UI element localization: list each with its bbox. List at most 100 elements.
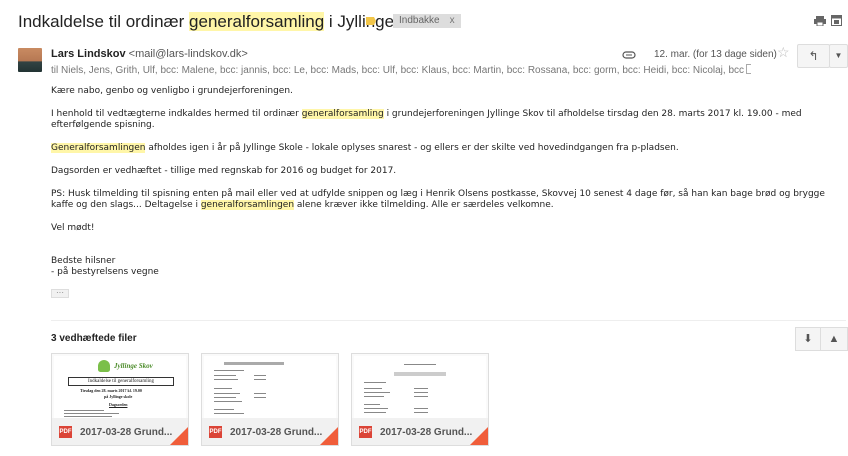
- attachment-thumbnail: Jyllinge Skov Indkaldelse til generalfor…: [54, 356, 186, 418]
- thumb-line: [404, 364, 436, 365]
- location-paragraph: Generalforsamlingen afholdes igen i år p…: [51, 143, 841, 154]
- thumb-line: [214, 397, 236, 398]
- attachment-bar: PDF 2017-03-28 Grund...: [52, 418, 188, 445]
- thumb-line: [364, 396, 384, 397]
- thumb-line: [224, 362, 284, 365]
- page-corner-icon: [470, 427, 488, 445]
- attachments-divider: [51, 320, 846, 321]
- thumb-place: på Jyllinge skole: [104, 394, 133, 399]
- thumb-line: [254, 379, 266, 380]
- reply-button[interactable]: ↰: [797, 44, 830, 68]
- agenda-paragraph: Dagsorden er vedhæftet - tillige med reg…: [51, 166, 397, 176]
- pdf-icon: PDF: [59, 426, 72, 438]
- sender-email: <mail@lars-lindskov.dk>: [128, 48, 248, 60]
- recipients-text: til Niels, Jens, Grith, Ulf, bcc: Malene…: [51, 65, 745, 76]
- thumb-line: [214, 393, 240, 394]
- signoff-line: Bedste hilsner: [51, 256, 116, 266]
- page-corner-icon: [320, 427, 338, 445]
- attachment-filename: 2017-03-28 Grund...: [230, 427, 323, 438]
- sender-name[interactable]: Lars Lindskov: [51, 48, 126, 60]
- thumb-line: [364, 408, 388, 409]
- thumb-line: [414, 408, 428, 409]
- attachment-filename: 2017-03-28 Grund...: [380, 427, 473, 438]
- location-text: afholdes igen i år på Jyllinge Skole - l…: [145, 143, 679, 153]
- thumb-line: [364, 412, 386, 413]
- thumb-line: [214, 388, 232, 389]
- greeting-paragraph: Kære nabo, genbo og venligbo i grundejer…: [51, 86, 293, 96]
- thumb-line: [414, 412, 428, 413]
- thumb-line: [394, 372, 446, 376]
- star-icon[interactable]: ☆: [777, 44, 790, 61]
- thumb-line: [214, 375, 236, 376]
- attachment-card[interactable]: PDF 2017-03-28 Grund...: [201, 353, 339, 446]
- subject-bar: Indkaldelse til ordinær generalforsamlin…: [0, 0, 848, 40]
- closing-paragraph: Vel mødt!: [51, 223, 95, 233]
- remove-label-icon[interactable]: x: [450, 15, 455, 26]
- reply-icon: ↰: [808, 49, 819, 63]
- attachment-thumbnail: [354, 356, 486, 418]
- thumb-line: [364, 382, 386, 383]
- intro-text-start: I henhold til vedtægterne indkaldes herm…: [51, 109, 302, 119]
- thumb-line: [364, 404, 380, 405]
- thumb-line: [214, 379, 238, 380]
- signoff-board: - på bestyrelsens vegne: [51, 267, 159, 277]
- attachment-filename: 2017-03-28 Grund...: [80, 427, 173, 438]
- sender-avatar[interactable]: [18, 48, 42, 72]
- ps-text-end: alene kræver ikke tilmelding. Alle er sæ…: [294, 200, 554, 210]
- attachment-bar: PDF 2017-03-28 Grund...: [352, 418, 488, 445]
- thumb-line: [214, 409, 234, 410]
- thumb-line: [64, 413, 119, 414]
- email-body: Kære nabo, genbo og venligbo i grundejer…: [51, 86, 841, 278]
- thumb-title: Indkaldelse til generalforsamling: [68, 377, 174, 386]
- thumb-line: [214, 370, 244, 371]
- subject-text-start: Indkaldelse til ordinær: [18, 12, 190, 31]
- download-all-button[interactable]: ⬇: [795, 327, 821, 351]
- thumb-line: [414, 392, 428, 393]
- email-date: 12. mar. (for 13 dage siden): [654, 49, 777, 60]
- tree-logo-icon: [98, 360, 110, 372]
- thumb-line: [414, 388, 428, 389]
- thumb-line: [254, 397, 266, 398]
- attachment-bar: PDF 2017-03-28 Grund...: [202, 418, 338, 445]
- thumb-line: [254, 393, 266, 394]
- attachment-thumbnail: [204, 356, 336, 418]
- inbox-label-text: Indbakke: [399, 15, 440, 26]
- attachment-icon: [622, 51, 636, 59]
- chevron-down-icon: ▼: [834, 51, 843, 60]
- recipients-line[interactable]: til Niels, Jens, Grith, Ulf, bcc: Malene…: [51, 64, 751, 76]
- thumb-heading: Jyllinge Skov: [114, 362, 153, 370]
- save-to-drive-button[interactable]: ▲: [820, 327, 848, 351]
- attachments-title: 3 vedhæftede filer: [51, 333, 137, 344]
- intro-paragraph: I henhold til vedtægterne indkaldes herm…: [51, 109, 841, 131]
- thumb-line: [254, 375, 266, 376]
- pdf-icon: PDF: [359, 426, 372, 438]
- thumb-line: [214, 401, 242, 402]
- thumb-section: Dagsorden: [109, 402, 128, 407]
- ps-highlight: generalforsamlingen: [200, 200, 295, 210]
- sender-line: Lars Lindskov <mail@lars-lindskov.dk>: [51, 48, 248, 60]
- more-actions-button[interactable]: ▼: [829, 44, 848, 68]
- new-window-icon[interactable]: [831, 15, 842, 26]
- attachment-card[interactable]: PDF 2017-03-28 Grund...: [351, 353, 489, 446]
- thumb-line: [364, 388, 382, 389]
- print-icon[interactable]: [814, 16, 826, 26]
- show-trimmed-button[interactable]: ···: [51, 289, 69, 298]
- download-icon: ⬇: [803, 333, 813, 345]
- attachment-card[interactable]: Jyllinge Skov Indkaldelse til generalfor…: [51, 353, 189, 446]
- ps-paragraph: PS: Husk tilmelding til spisning enten p…: [51, 189, 841, 211]
- thumb-date: Tirsdag den 28. marts 2017 kl. 19.00: [80, 388, 142, 393]
- thumb-line: [64, 410, 104, 411]
- drive-icon: ▲: [828, 333, 840, 345]
- thumb-line: [64, 416, 112, 417]
- pdf-icon: PDF: [209, 426, 222, 438]
- page-corner-icon: [170, 427, 188, 445]
- location-highlight: Generalforsamlingen: [51, 143, 146, 153]
- inbox-label-chip[interactable]: Indbakke x: [393, 14, 461, 28]
- recipients-dropdown-icon[interactable]: [746, 64, 751, 74]
- thumb-line: [364, 392, 390, 393]
- important-label-icon[interactable]: [366, 17, 376, 25]
- thumb-line: [214, 413, 244, 414]
- subject-highlight: generalforsamling: [189, 12, 325, 31]
- intro-highlight: generalforsamling: [301, 109, 384, 119]
- thumb-line: [414, 396, 428, 397]
